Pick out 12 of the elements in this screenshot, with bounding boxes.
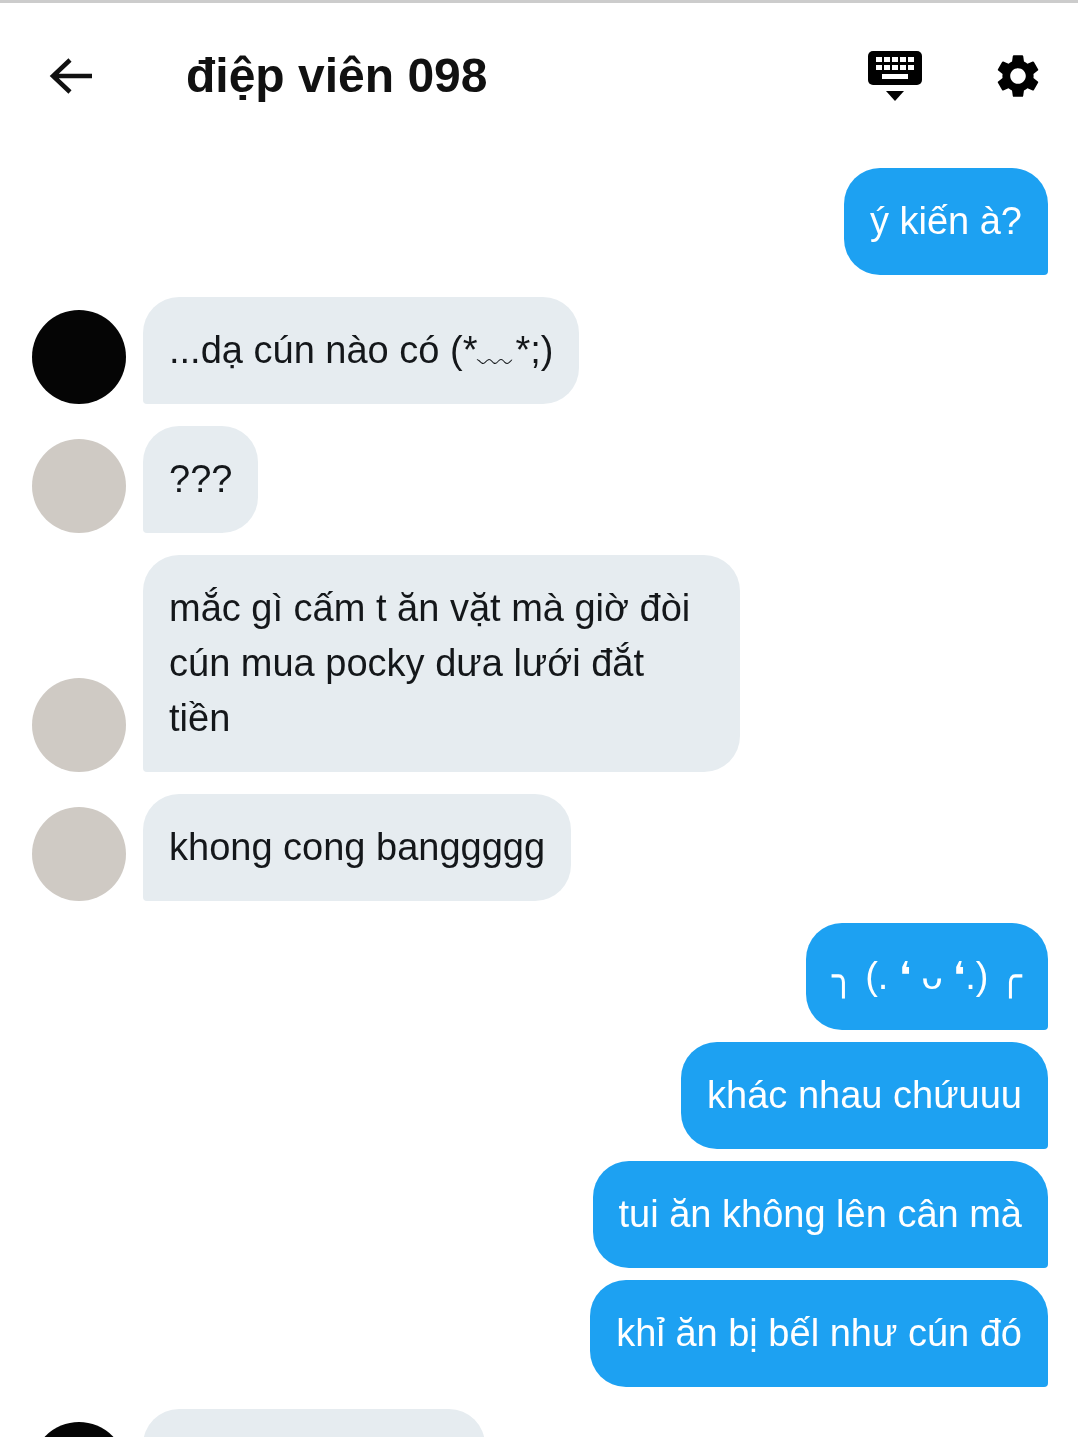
message-bubble: khác nhau chứuuu bbox=[681, 1042, 1048, 1149]
message-bubble: mắc gì cấm t ăn vặt mà giờ đòi cún mua pocky dưa lưới đắt tiền bbox=[143, 555, 740, 772]
message-bubble: ...dạ cún nào có (*﹏*;) bbox=[143, 297, 580, 404]
keyboard-icon[interactable] bbox=[868, 48, 922, 103]
message-bubble: ??? bbox=[143, 426, 259, 533]
chat-title: điệp viên 098 bbox=[186, 48, 488, 103]
message-bubble: khong cong banggggg bbox=[143, 794, 572, 901]
message-bubble: ý kiến à? bbox=[843, 168, 1048, 275]
message-bubble: khỉ ăn bị bếl như cún đó bbox=[590, 1280, 1048, 1387]
back-arrow-icon[interactable] bbox=[48, 55, 94, 96]
message-bubble: tui ăn không lên cân mà bbox=[592, 1161, 1048, 1268]
message-bubble: ╮ (. ❛ ᴗ ❛.) ╭ bbox=[805, 923, 1048, 1030]
